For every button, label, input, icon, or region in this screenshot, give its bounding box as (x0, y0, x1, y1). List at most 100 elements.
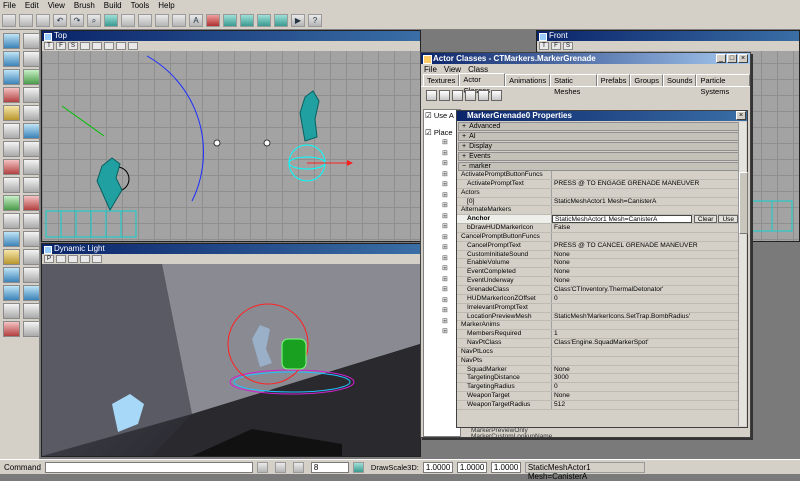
tab-textures[interactable]: Textures (423, 74, 460, 86)
select-all-icon[interactable] (3, 267, 20, 283)
property-row[interactable]: WeaponTarget None (457, 392, 738, 401)
menu-tools[interactable]: Tools (131, 1, 150, 10)
property-row[interactable]: CustomInitiateSound None (457, 250, 738, 260)
category-advanced[interactable]: + Advanced (458, 122, 746, 131)
add-mover-icon[interactable] (3, 249, 20, 265)
duplicate-icon[interactable] (23, 321, 40, 337)
property-value[interactable]: None (552, 366, 738, 374)
property-row[interactable]: NavPtLocs (457, 347, 738, 357)
command-input[interactable] (44, 461, 253, 473)
viewport-front-icon[interactable]: F (56, 42, 66, 50)
property-row[interactable]: Anchor StaticMeshActor1 Mesh=CanisterA Cle… (457, 215, 738, 225)
viewport-solid-icon[interactable] (68, 255, 78, 263)
menu-brush[interactable]: Brush (74, 1, 95, 10)
redo-icon[interactable]: ↷ (70, 13, 84, 27)
property-value[interactable]: None (552, 277, 738, 285)
property-value[interactable]: PRESS @ TO ENGAGE GRENADE MANEUVER (552, 180, 738, 188)
property-value[interactable]: None (552, 251, 738, 259)
viewport-type-icon[interactable]: P (44, 255, 54, 263)
property-row[interactable]: bDrawHUDMarkerIcon False (457, 224, 738, 233)
stairs-icon[interactable] (3, 141, 20, 157)
menu-edit[interactable]: Edit (25, 1, 39, 10)
tab-prefabs[interactable]: Prefabs (596, 74, 631, 86)
property-value[interactable]: Class'Engine.SquadMarkerSpot' (552, 339, 738, 347)
property-value[interactable]: None (552, 392, 738, 400)
viewport-front-icon[interactable]: F (551, 42, 561, 50)
sphere-icon[interactable] (23, 123, 40, 139)
add-antiportal-icon[interactable] (23, 249, 40, 265)
property-row[interactable]: NavPts (457, 356, 738, 366)
delete-icon[interactable] (3, 321, 20, 337)
menu-help[interactable]: Help (158, 1, 174, 10)
viewport-side-icon[interactable]: S (68, 42, 78, 50)
property-row[interactable]: LocationPreviewMesh StaticMesh'MarkerIcon… (457, 312, 738, 322)
tab-groups[interactable]: Groups (630, 74, 664, 86)
menu-view[interactable]: View (48, 1, 65, 10)
property-row[interactable]: ActivatePromptText PRESS @ TO ENGAGE GREN… (457, 179, 738, 189)
open-icon[interactable] (19, 13, 33, 27)
tab-sounds[interactable]: Sounds (663, 74, 697, 86)
open-package-icon[interactable] (426, 89, 437, 101)
property-value[interactable] (552, 348, 738, 356)
rebuild-icon[interactable] (206, 13, 220, 27)
compile-icon[interactable] (478, 89, 489, 101)
close-icon[interactable]: × (736, 111, 746, 120)
category-marker[interactable]: − marker (458, 162, 746, 171)
subtract-brush-icon[interactable] (23, 195, 40, 211)
drawscale-z-input[interactable]: 1.0000 (490, 461, 521, 473)
property-row[interactable]: WeaponTargetRadius 512 (457, 400, 738, 410)
viewport-side-icon[interactable]: S (563, 42, 573, 50)
property-value[interactable] (552, 233, 738, 241)
help-icon[interactable]: ? (308, 13, 322, 27)
new-class-icon[interactable] (452, 89, 463, 101)
drawscale-x-input[interactable]: 1.0000 (422, 461, 453, 473)
property-value[interactable]: 0 (552, 383, 738, 391)
font-icon[interactable]: A (189, 13, 203, 27)
property-row[interactable]: NavPtClass Class'Engine.SquadMarkerSpot' (457, 339, 738, 348)
property-value[interactable] (552, 321, 738, 329)
save-icon[interactable] (36, 13, 50, 27)
property-row[interactable]: Actors (457, 188, 738, 198)
add-special-icon[interactable] (3, 231, 20, 247)
category-events[interactable]: + Events (458, 152, 746, 161)
property-value[interactable] (552, 357, 738, 365)
search-icon[interactable]: ⌕ (87, 13, 101, 27)
viewport-zone-icon[interactable] (116, 42, 126, 50)
terrain-icon[interactable] (3, 69, 20, 85)
placeable-checkbox[interactable]: ☑ Place (424, 127, 460, 138)
property-row[interactable]: EnableVolume None (457, 259, 738, 269)
property-value[interactable]: 1 (552, 330, 738, 338)
camera-move-icon[interactable] (3, 33, 20, 49)
build-lighting-icon[interactable] (240, 13, 254, 27)
viewport-realtime-icon[interactable] (92, 255, 102, 263)
hide-selected-icon[interactable] (3, 285, 20, 301)
minimize-icon[interactable]: _ (716, 54, 726, 63)
volume-icon[interactable] (23, 159, 40, 175)
use-actor-checkbox[interactable]: ☑ Use A (424, 110, 460, 121)
tab-actor-classes[interactable]: Actor Classes (459, 73, 506, 95)
group-browser-icon[interactable] (121, 13, 135, 27)
build-paths-icon[interactable] (257, 13, 271, 27)
property-row[interactable]: AlternateMarkers (457, 206, 738, 216)
property-row[interactable]: HUDMarkerIconZOffset 0 (457, 294, 738, 304)
property-value[interactable]: 0 (552, 295, 738, 303)
brush-clip-icon[interactable] (3, 87, 20, 103)
property-value[interactable] (552, 304, 738, 312)
category-ai[interactable]: + AI (458, 132, 746, 141)
save-package-icon[interactable] (439, 89, 450, 101)
texture-browser-icon[interactable] (155, 13, 169, 27)
menu-build[interactable]: Build (104, 1, 122, 10)
cube-builder-icon[interactable] (3, 105, 20, 121)
viewport-wire-icon[interactable] (56, 255, 66, 263)
cone-icon[interactable] (3, 177, 20, 193)
matinee-icon[interactable] (23, 69, 40, 85)
scale-icon[interactable] (23, 51, 40, 67)
viewport-realtime-icon[interactable] (128, 42, 138, 50)
use-button[interactable]: Use (718, 215, 738, 223)
tetra-icon[interactable] (23, 177, 40, 193)
compile-all-icon[interactable] (491, 89, 502, 101)
property-row[interactable]: EventCompleted None (457, 268, 738, 278)
property-row[interactable]: TargetingRadius 0 (457, 383, 738, 393)
sound-browser-icon[interactable] (172, 13, 186, 27)
property-value[interactable]: None (552, 268, 738, 276)
